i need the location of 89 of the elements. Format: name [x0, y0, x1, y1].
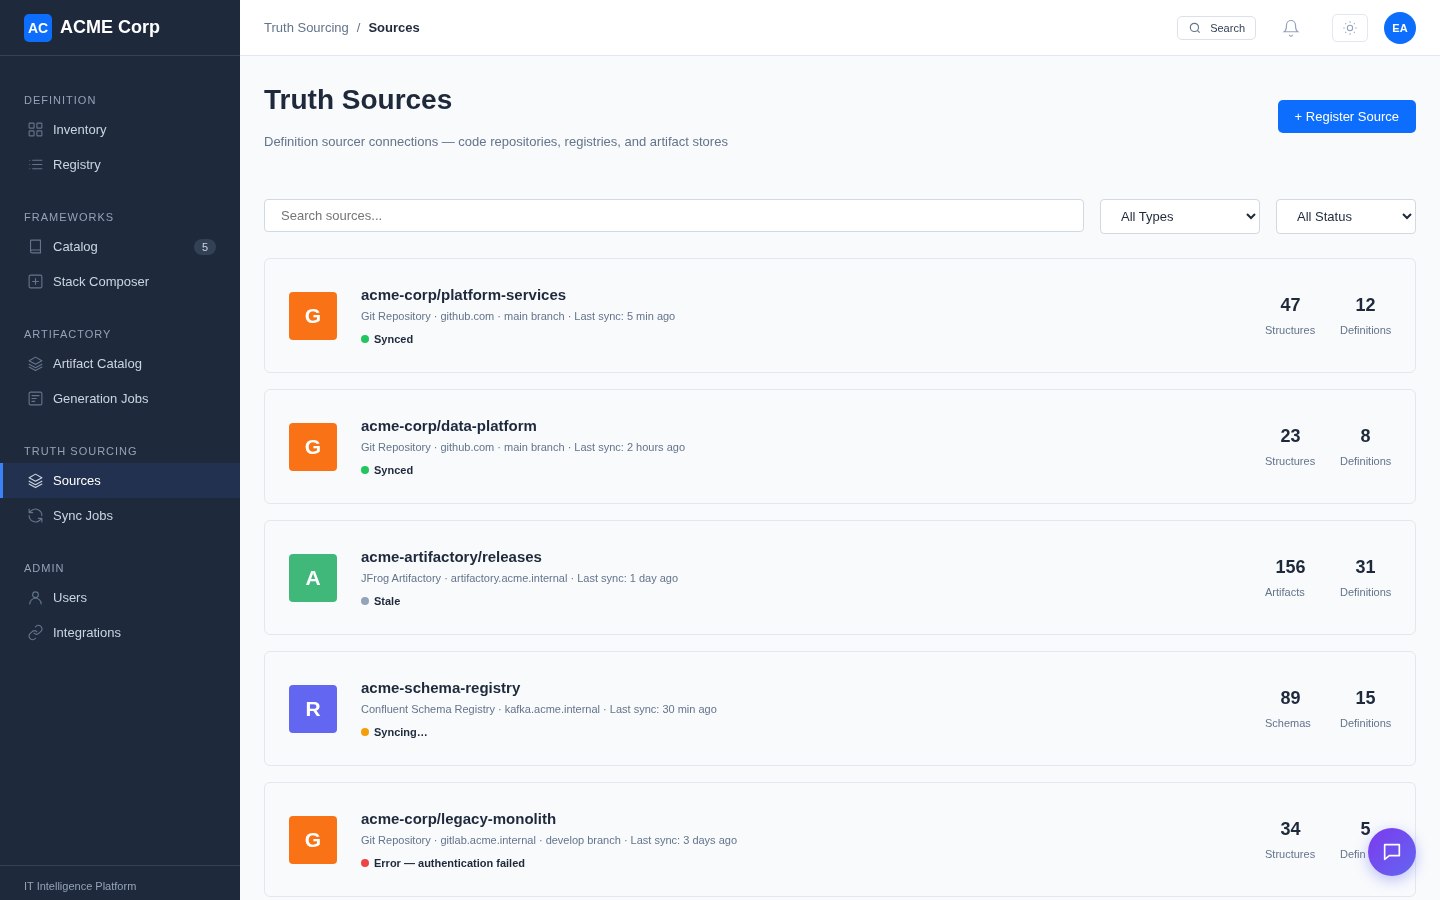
section-heading: TRUTH SOURCING — [23, 444, 139, 459]
source-details: Git Repository · github.com · main branch · Last sync: 5 min ago — [361, 310, 677, 322]
stat-value: 47 — [1280, 295, 1301, 316]
brand-name: ACME Corp — [60, 17, 160, 38]
platform-caption: IT Intelligence Platform — [24, 880, 137, 892]
source-card[interactable]: G acme-corp/platform-services Git Repository · github.com · main branch · Last sync: 5 min ago Synced 47 Structures 12 Definitions — [264, 258, 1416, 373]
stat-value: 12 — [1355, 295, 1376, 316]
sidebar-item[interactable]: Registry — [0, 147, 240, 182]
stat-label: Defin — [1340, 848, 1366, 860]
section-heading: ARTIFACTORY — [23, 327, 113, 342]
book-icon — [27, 238, 44, 255]
status-label: Synced — [374, 333, 414, 345]
theme-toggle[interactable] — [1332, 13, 1368, 42]
source-name: acme-corp/platform-services — [361, 286, 568, 303]
stat-value: 89 — [1280, 688, 1301, 709]
breadcrumb-separator: / — [356, 20, 361, 35]
sync-icon — [27, 507, 44, 524]
stat-value: 15 — [1355, 688, 1376, 709]
section-heading: FRAMEWORKS — [23, 210, 116, 225]
stat-label: Definitions — [1340, 717, 1392, 729]
type-filter[interactable]: All Types — [1100, 199, 1260, 234]
user-avatar[interactable]: EA — [1384, 11, 1416, 44]
stat-value: 5 — [1360, 819, 1371, 840]
breadcrumb-current: Sources — [368, 20, 420, 35]
section-heading: DEFINITION — [23, 93, 98, 108]
section-heading: ADMIN — [23, 561, 66, 576]
bell-icon[interactable] — [1282, 18, 1300, 37]
status-label: Error — authentication failed — [374, 857, 525, 869]
stat-label: Definitions — [1340, 324, 1392, 336]
stat-label: Structures — [1265, 455, 1316, 467]
register-source-button[interactable]: + Register Source — [1277, 100, 1416, 133]
source-name: acme-artifactory/releases — [361, 548, 543, 565]
search-icon — [1188, 20, 1203, 35]
sidebar-item[interactable]: Sources — [0, 463, 240, 498]
source-details: Git Repository · github.com · main branch · Last sync: 2 hours ago — [361, 441, 687, 453]
sidebar-item[interactable]: Sync Jobs — [0, 498, 240, 533]
source-card[interactable]: G acme-corp/legacy-monolith Git Repository · gitlab.acme.internal · develop branch · Last sync: 3 days ago Error — authentication failed 34 Structures 5 Defin — [264, 782, 1416, 897]
source-name: acme-corp/data-platform — [361, 417, 538, 434]
status-label: Synced — [374, 464, 414, 476]
stat-value: 34 — [1280, 819, 1301, 840]
status-label: Stale — [374, 595, 401, 607]
source-avatar: A — [289, 553, 337, 602]
stat-label: Definitions — [1340, 586, 1392, 598]
page-subtitle: Definition sourcer connections — code repositories, registries, and artifact stores — [264, 134, 728, 149]
source-avatar: G — [289, 422, 337, 471]
sidebar-item[interactable]: Users — [0, 580, 240, 615]
user-icon — [27, 589, 44, 606]
grid-icon — [27, 121, 44, 138]
stat-value: 8 — [1360, 426, 1371, 447]
stat-label: Structures — [1265, 848, 1316, 860]
source-details: JFrog Artifactory · artifactory.acme.internal · Last sync: 1 day ago — [361, 572, 680, 584]
link-icon — [27, 624, 44, 641]
source-avatar: G — [289, 291, 337, 340]
page-title: Truth Sources — [264, 84, 454, 116]
search-button[interactable]: Search — [1177, 15, 1256, 40]
document-icon — [27, 390, 44, 407]
stat-label: Schemas — [1265, 717, 1311, 729]
sidebar-item[interactable]: Generation Jobs — [0, 381, 240, 416]
count-badge: 5 — [193, 238, 216, 255]
stat-label: Definitions — [1340, 455, 1392, 467]
source-avatar: R — [289, 684, 337, 733]
sidebar-item[interactable]: Catalog 5 — [0, 229, 240, 264]
stat-label: Structures — [1265, 324, 1316, 336]
source-name: acme-schema-registry — [361, 679, 522, 696]
source-avatar: G — [289, 815, 337, 864]
layers-icon — [27, 472, 44, 489]
layers-icon — [27, 355, 44, 372]
sidebar-item[interactable]: Inventory — [0, 112, 240, 147]
stat-label: Artifacts — [1265, 586, 1305, 598]
sidebar-item[interactable]: Artifact Catalog — [0, 346, 240, 381]
sidebar-item[interactable]: Stack Composer — [0, 264, 240, 299]
source-name: acme-corp/legacy-monolith — [361, 810, 558, 827]
status-filter[interactable]: All Status — [1276, 199, 1416, 234]
chat-icon — [1381, 841, 1403, 863]
search-field[interactable]: Search sources... — [264, 199, 1084, 232]
source-details: Git Repository · gitlab.acme.internal · develop branch · Last sync: 3 days ago — [361, 834, 739, 846]
stat-value: 31 — [1355, 557, 1376, 578]
source-details: Confluent Schema Registry · kafka.acme.internal · Last sync: 30 min ago — [361, 703, 718, 715]
breadcrumb-link[interactable]: Truth Sourcing — [264, 20, 349, 35]
sun-icon — [1342, 19, 1358, 36]
source-card[interactable]: A acme-artifactory/releases JFrog Artifactory · artifactory.acme.internal · Last sync: 1 day ago Stale 156 Artifacts 31 Definitions — [264, 520, 1416, 635]
logo-mark: AC — [24, 13, 52, 42]
stat-value: 23 — [1280, 426, 1301, 447]
plus-square-icon — [27, 273, 44, 290]
status-label: Syncing… — [374, 726, 428, 738]
stat-value: 156 — [1275, 557, 1306, 578]
source-card[interactable]: R acme-schema-registry Confluent Schema Registry · kafka.acme.internal · Last sync: 30 min ago Syncing… 89 Schemas 15 Definitions — [264, 651, 1416, 766]
sidebar-item[interactable]: Integrations — [0, 615, 240, 650]
source-card[interactable]: G acme-corp/data-platform Git Repository · github.com · main branch · Last sync: 2 hours ago Synced 23 Structures 8 Definitions — [264, 389, 1416, 504]
